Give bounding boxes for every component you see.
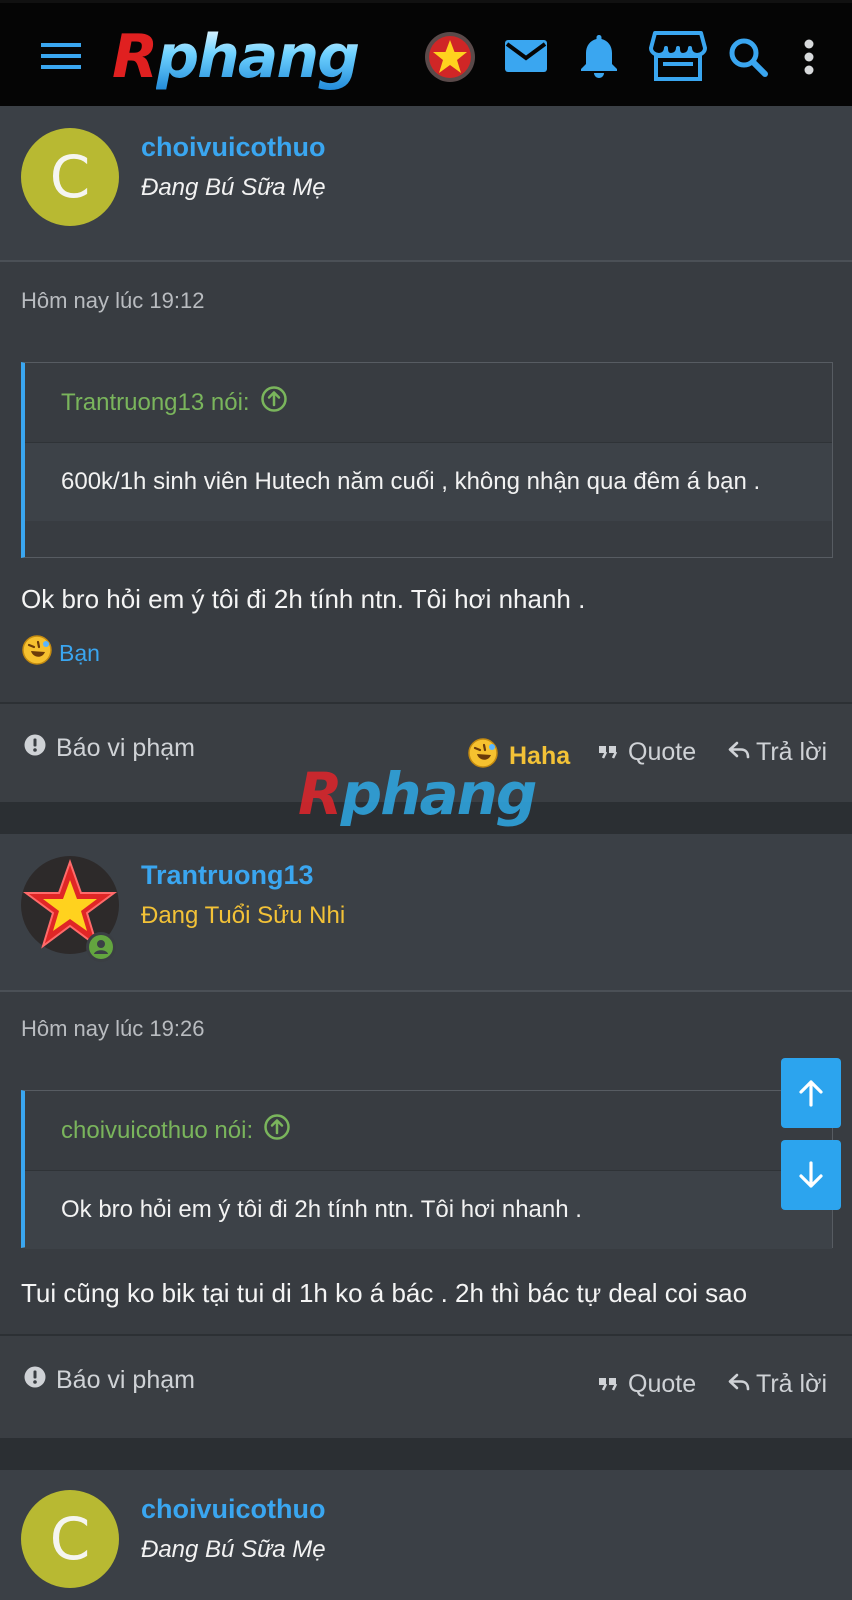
quote-header[interactable]: choivuicothuo nói: [25, 1091, 832, 1171]
reply-label: Trả lời [756, 738, 828, 766]
quote-label: Quote [628, 738, 697, 766]
user-title: Đang Bú Sữa Mẹ [141, 1536, 326, 1563]
menu-icon[interactable] [38, 33, 84, 79]
username-link[interactable]: choivuicothuo [141, 1494, 326, 1525]
quote-text: 600k/1h sinh viên Hutech năm cuối , khôn… [25, 443, 832, 521]
reaction-user[interactable]: Bạn [59, 640, 100, 667]
arrow-up-circle-icon[interactable] [260, 385, 288, 420]
quote-text: Ok bro hỏi em ý tôi đi 2h tính ntn. Tôi … [25, 1171, 832, 1249]
arrow-up-circle-icon[interactable] [263, 1113, 291, 1148]
alert-circle-icon [24, 1366, 46, 1395]
laughing-emoji-icon [21, 634, 53, 672]
quote-author[interactable]: choivuicothuo nói: [61, 1117, 253, 1145]
post-card: C choivuicothuo Đang Bú Sữa Mẹ Hôm nay l… [0, 106, 852, 802]
store-icon[interactable] [648, 29, 708, 83]
watermark-logo: Rphang [298, 760, 537, 828]
report-label: Báo vi phạm [56, 734, 195, 762]
reply-button[interactable]: Trả lời [728, 738, 827, 767]
quote-button[interactable]: Quote [598, 1370, 696, 1399]
bell-icon[interactable] [576, 31, 622, 81]
reply-label: Trả lời [756, 1370, 828, 1398]
reply-arrow-icon [728, 738, 750, 767]
post-author-header: Trantruong13 Đang Tuổi Sửu Nhi [0, 834, 852, 992]
post-card: C choivuicothuo Đang Bú Sữa Mẹ [0, 1470, 852, 1600]
quote-label: Quote [628, 1370, 697, 1398]
arrow-down-icon [799, 1161, 823, 1188]
arrow-up-icon [799, 1080, 823, 1107]
online-status-icon [86, 932, 116, 962]
scroll-to-top-button[interactable] [781, 1058, 841, 1128]
quote-marks-icon [598, 1370, 618, 1399]
quote-marks-icon [598, 738, 618, 767]
top-navigation-bar: Rphang [0, 0, 852, 106]
alert-circle-icon [24, 734, 46, 763]
report-button[interactable]: Báo vi phạm [24, 734, 195, 763]
report-button[interactable]: Báo vi phạm [24, 1366, 195, 1395]
more-icon[interactable] [796, 35, 822, 79]
post-author-header: C choivuicothuo Đang Bú Sữa Mẹ [0, 1470, 852, 1600]
user-title: Đang Tuổi Sửu Nhi [141, 902, 346, 929]
post-actions: Báo vi phạm Quote Trả lời [0, 1334, 852, 1438]
username-link[interactable]: Trantruong13 [141, 860, 314, 891]
quote-author[interactable]: Trantruong13 nói: [61, 389, 250, 417]
mail-icon[interactable] [503, 36, 549, 76]
scroll-to-bottom-button[interactable] [781, 1140, 841, 1210]
avatar[interactable]: C [21, 1490, 119, 1588]
reply-button[interactable]: Trả lời [728, 1370, 827, 1399]
quote-button[interactable]: Quote [598, 738, 696, 767]
post-message: Ok bro hỏi em ý tôi đi 2h tính ntn. Tôi … [21, 584, 586, 614]
post-message: Tui cũng ko bik tại tui di 1h ko á bác .… [21, 1278, 748, 1308]
user-title: Đang Bú Sữa Mẹ [141, 174, 326, 201]
reply-arrow-icon [728, 1370, 750, 1399]
post-timestamp[interactable]: Hôm nay lúc 19:12 [21, 288, 204, 314]
post-timestamp[interactable]: Hôm nay lúc 19:26 [21, 1016, 204, 1042]
quote-block: choivuicothuo nói: Ok bro hỏi em ý tôi đ… [21, 1090, 833, 1249]
search-icon[interactable] [726, 35, 770, 79]
star-badge-icon[interactable] [424, 31, 476, 83]
username-link[interactable]: choivuicothuo [141, 132, 326, 163]
report-label: Báo vi phạm [56, 1366, 195, 1394]
quote-block: Trantruong13 nói: 600k/1h sinh viên Hute… [21, 362, 833, 558]
post-author-header: C choivuicothuo Đang Bú Sữa Mẹ [0, 106, 852, 262]
quote-header[interactable]: Trantruong13 nói: [25, 363, 832, 443]
post-card: Trantruong13 Đang Tuổi Sửu Nhi Hôm nay l… [0, 834, 852, 1438]
avatar[interactable]: C [21, 128, 119, 226]
reaction-summary[interactable]: Bạn [21, 634, 100, 672]
site-logo[interactable]: Rphang [112, 21, 360, 93]
